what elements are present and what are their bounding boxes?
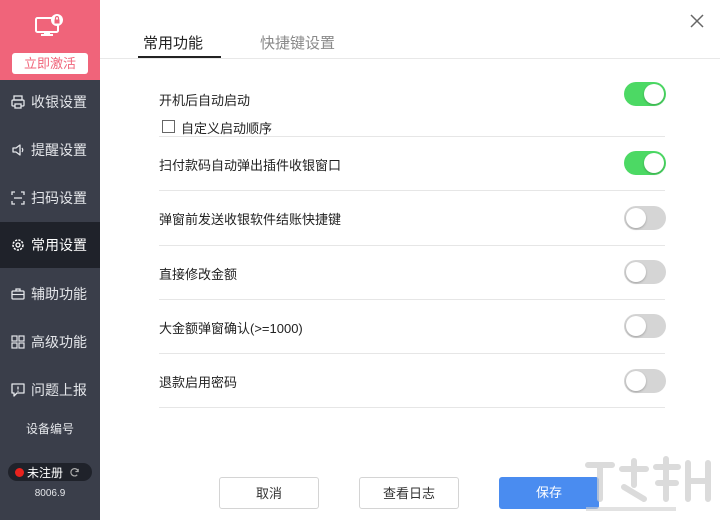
toggle-edit-amount[interactable] [624,260,666,284]
toggle-large-amount[interactable] [624,314,666,338]
toggle-scan-popup[interactable] [624,151,666,175]
sidebar-item-label: 扫码设置 [31,190,87,206]
toggle-knob [626,371,646,391]
setting-label-refund-password: 退款启用密码 [159,375,238,390]
custom-startup-order-label: 自定义启动顺序 [181,121,273,136]
row-divider [159,245,665,246]
activate-button[interactable]: 立即激活 [12,53,88,74]
sidebar-item-label: 辅助功能 [31,286,87,302]
toggle-send-hotkey[interactable] [624,206,666,230]
sidebar-item-label: 提醒设置 [31,142,87,158]
sidebar-item-label: 高级功能 [31,334,87,350]
view-log-button[interactable]: 查看日志 [359,477,459,509]
status-text: 未注册 [27,465,64,480]
setting-label-large-amount: 大金额弹窗确认(>=1000) [159,321,303,336]
registration-status[interactable]: 未注册 [8,463,92,481]
row-divider [159,190,665,191]
setting-label-edit-amount: 直接修改金额 [159,267,238,282]
sidebar-item-advanced[interactable]: 高级功能 [0,319,100,365]
scan-icon [11,191,25,205]
device-id-label[interactable]: 设备编号 [0,420,100,437]
sidebar-item-scan[interactable]: 扫码设置 [0,175,100,221]
sidebar-item-common[interactable]: 常用设置 [0,222,100,268]
watermark-logo [585,456,711,511]
row-divider [159,136,665,137]
tab-common-functions[interactable]: 常用功能 [143,32,203,53]
toggle-knob [644,84,664,104]
brand-area: 立即激活 [0,0,100,80]
status-dot-icon [15,467,24,477]
refresh-icon[interactable] [69,467,80,478]
report-icon [11,383,25,397]
gear-icon [11,238,25,252]
cancel-button[interactable]: 取消 [219,477,319,509]
toggle-knob [626,316,646,336]
toggle-autostart[interactable] [624,82,666,106]
tab-hotkey-settings[interactable]: 快捷键设置 [260,32,335,53]
custom-startup-order-checkbox[interactable] [162,120,175,133]
setting-label-autostart: 开机后自动启动 [159,93,251,108]
row-divider [159,299,665,300]
sidebar-item-assist[interactable]: 辅助功能 [0,271,100,317]
sidebar-item-label: 问题上报 [31,382,87,398]
speaker-icon [11,143,25,157]
sidebar-item-report[interactable]: 问题上报 [0,367,100,413]
row-divider [159,353,665,354]
version-text: 8006.9 [34,488,66,499]
grid-icon [11,335,25,349]
briefcase-icon [11,287,25,301]
toggle-refund-password[interactable] [624,369,666,393]
close-icon[interactable] [688,12,706,30]
sidebar-item-label: 收银设置 [31,94,87,110]
tab-divider [100,58,720,59]
monitor-lock-icon [35,14,63,36]
sidebar-item-cashier[interactable]: 收银设置 [0,79,100,125]
toggle-knob [644,153,664,173]
sidebar-item-label: 常用设置 [31,237,87,253]
row-divider [159,407,665,408]
sidebar: 立即激活 收银设置 提醒设置 扫码设置 常用设置 辅助功能 高级功能 问题上报 … [0,0,100,520]
toggle-knob [626,208,646,228]
sidebar-item-reminder[interactable]: 提醒设置 [0,127,100,173]
setting-label-send-hotkey: 弹窗前发送收银软件结账快捷键 [159,212,342,227]
setting-label-scan-popup: 扫付款码自动弹出插件收银窗口 [159,158,342,173]
toggle-knob [626,262,646,282]
printer-icon [11,95,25,109]
